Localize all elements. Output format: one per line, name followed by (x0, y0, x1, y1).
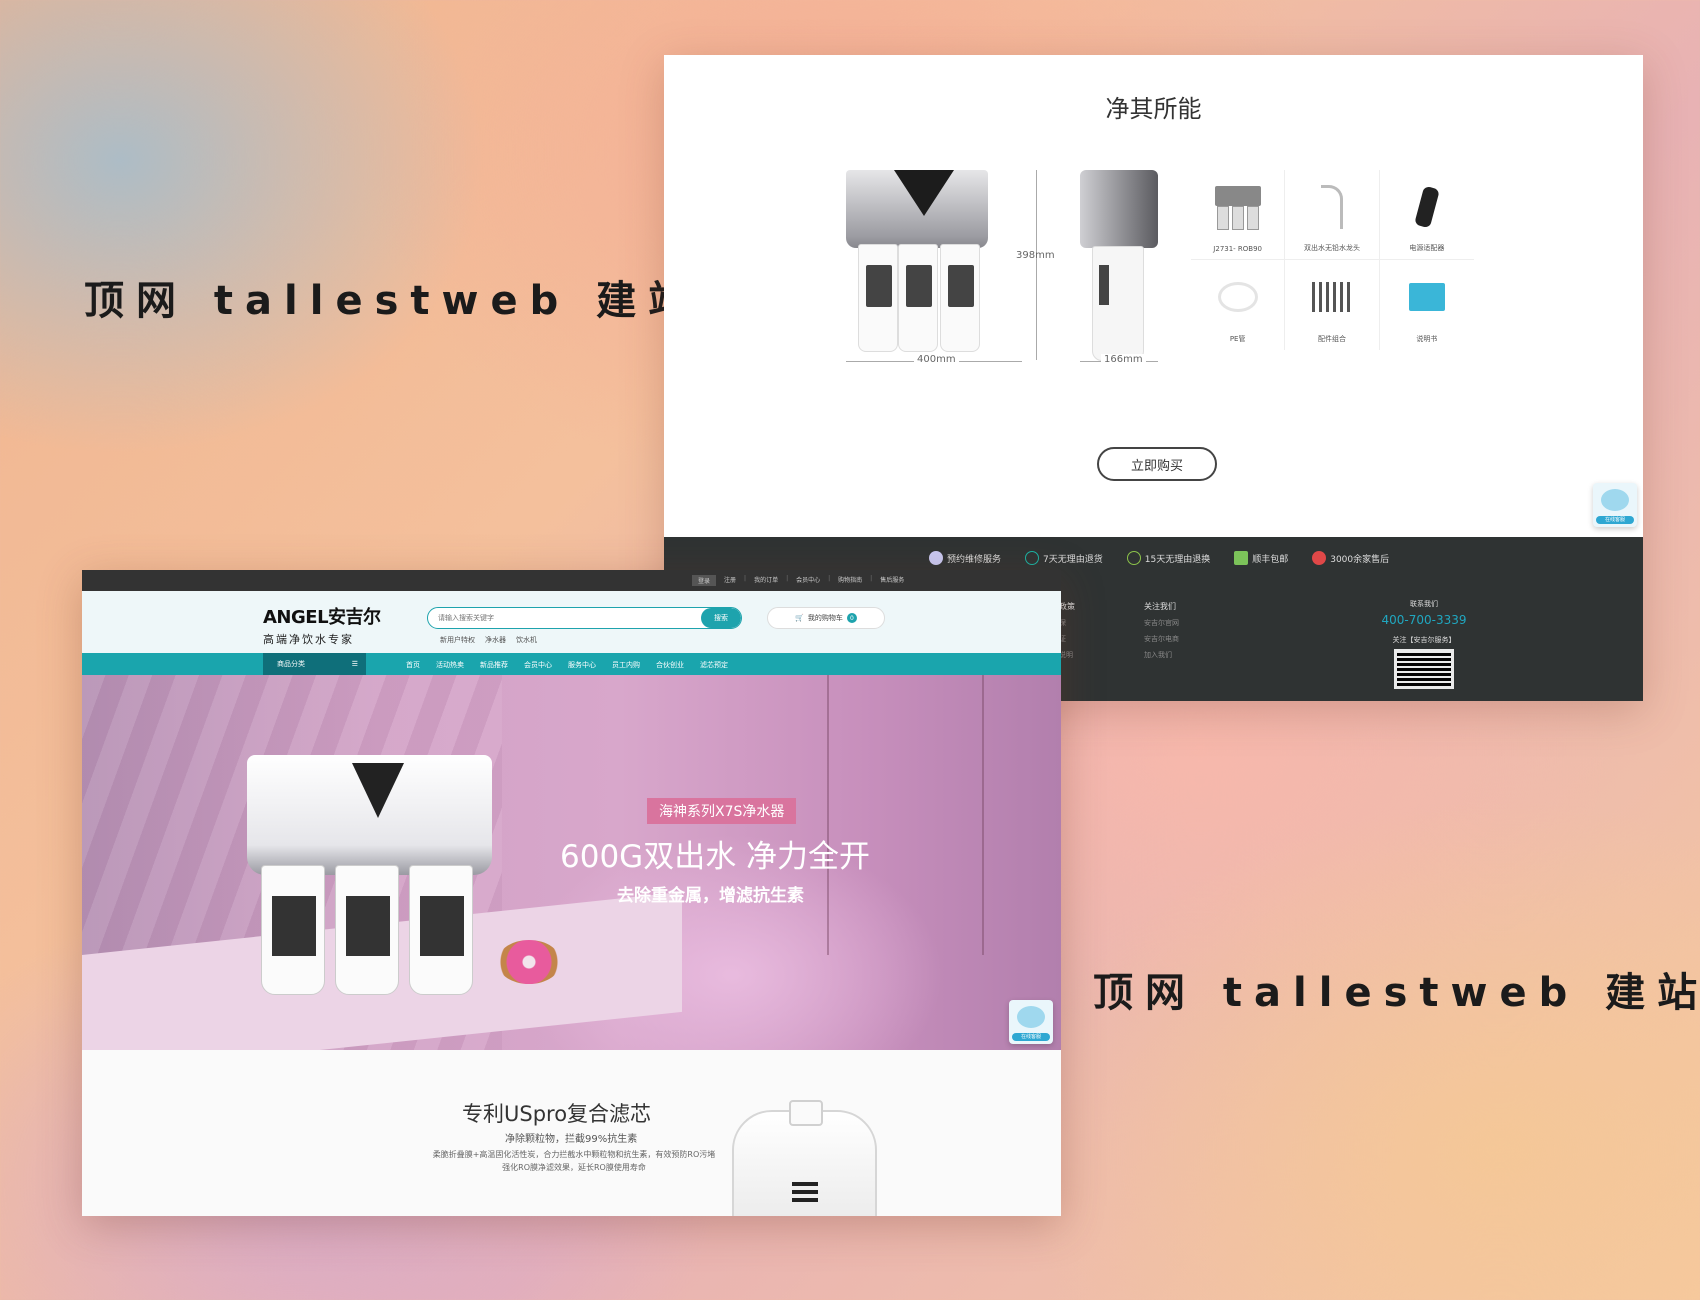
dimension-width: 400mm (914, 354, 959, 365)
cart-button[interactable]: 🛒 我的购物车 0 (767, 607, 885, 629)
nav-item-new[interactable]: 新品推荐 (480, 660, 508, 670)
parts-icon (1311, 282, 1352, 312)
purifier-thumb-icon (1214, 185, 1261, 230)
dimension-height: 398mm (1016, 250, 1055, 261)
feature-subtitle: 净除颗粒物，拦截99%抗生素 (505, 1134, 638, 1145)
tube-icon (1217, 282, 1258, 312)
feature-description: 柔脆折叠膜+高温固化活性炭，合力拦截水中颗粒物和抗生素，有效预防RO污堵强化RO… (432, 1150, 716, 1172)
footer-link[interactable]: 说明 (1059, 647, 1075, 663)
nav-item-member[interactable]: 会员中心 (524, 660, 552, 670)
nav-item-hot-sale[interactable]: 活动热卖 (436, 660, 464, 670)
qr-code-icon (1394, 649, 1454, 689)
banner-headline: 600G双出水 净力全开 (560, 839, 871, 875)
footer-column-policy: 政策 保 证 说明 (1059, 599, 1075, 663)
accessory-item: 双出水无铅水龙头 (1285, 170, 1380, 260)
search-button[interactable]: 搜索 (701, 608, 741, 628)
banner-subline: 去除重金属，增滤抗生素 (617, 886, 804, 906)
nav-item-partner[interactable]: 合伙创业 (656, 660, 684, 670)
member-center-link[interactable]: 会员中心 (796, 575, 820, 586)
accessory-item: PE管 (1191, 260, 1286, 350)
truck-icon (1234, 551, 1249, 565)
service-item: 顺丰包邮 (1234, 551, 1288, 565)
purifier-side-image (1080, 170, 1158, 365)
service-item: 预约维修服务 (929, 551, 1001, 565)
search-box: 搜索 (427, 607, 742, 629)
return-7-icon (1025, 551, 1040, 565)
hero-banner[interactable]: 海神系列X7S净水器 600G双出水 净力全开 去除重金属，增滤抗生素 在线客服 (82, 675, 1061, 1050)
purifier-front-image (846, 170, 988, 355)
faucet-icon (1320, 184, 1343, 229)
hot-search-words: 新用户特权 净水器 饮水机 (440, 635, 537, 645)
chat-mascot-icon (1601, 489, 1629, 511)
chat-mascot-icon (1017, 1006, 1045, 1028)
accessory-item: 配件组合 (1285, 260, 1380, 350)
site-header: ANGEL安吉尔 高端净饮水专家 搜索 新用户特权 净水器 饮水机 🛒 我的购物… (82, 591, 1061, 653)
repair-icon (929, 551, 943, 565)
search-input[interactable] (438, 611, 678, 625)
service-item: 3000余家售后 (1312, 551, 1389, 565)
main-nav: 商品分类 ☰ 首页 活动热卖 新品推荐 会员中心 服务中心 员工内购 合伙创业 … (82, 653, 1061, 675)
footer-column-follow: 关注我们 安吉尔官网 安吉尔电商 加入我们 (1144, 599, 1179, 663)
feature-title: 专利USpro复合滤芯 (462, 1102, 652, 1126)
tagline-left: 顶网 tallestweb 建站 (84, 278, 701, 324)
hot-word-link[interactable]: 净水器 (485, 635, 506, 645)
nav-item-home[interactable]: 首页 (406, 660, 420, 670)
brand-logo[interactable]: ANGEL安吉尔 高端净饮水专家 (263, 603, 393, 647)
customer-service-widget[interactable]: 在线客服 (1593, 483, 1637, 527)
hotline-number: 400-700-3339 (1381, 613, 1467, 627)
section-title: 净其所能 (1105, 95, 1202, 123)
power-adapter-icon (1413, 185, 1440, 228)
buy-now-button[interactable]: 立即购买 (1097, 447, 1217, 481)
after-sales-link[interactable]: 售后服务 (880, 575, 904, 586)
exchange-15-icon (1126, 551, 1141, 565)
accessory-item: J2731- ROB90 (1191, 170, 1286, 260)
accessory-item: 电源适配器 (1379, 170, 1474, 260)
banner-series-tag: 海神系列X7S净水器 (647, 798, 797, 824)
footer-contact: 联系我们 400-700-3339 关注【安吉尔服务】 (1364, 599, 1484, 689)
accessories-grid: J2731- ROB90 双出水无铅水龙头 电源适配器 PE管 配件组合 说明书 (1191, 170, 1474, 350)
cart-count-badge: 0 (846, 613, 857, 623)
nav-item-service[interactable]: 服务中心 (568, 660, 596, 670)
footer-link[interactable]: 保 (1059, 615, 1075, 631)
menu-icon: ☰ (351, 660, 358, 668)
purifier-product-image (247, 755, 497, 995)
homepage-window: 登录 注册 | 我的订单 | 会员中心 | 购物指南 | 售后服务 ANGEL安… (82, 570, 1061, 1216)
customer-service-widget[interactable]: 在线客服 (1009, 1000, 1053, 1044)
footer-link[interactable]: 安吉尔官网 (1144, 615, 1179, 631)
service-item: 15天无理由退换 (1126, 551, 1210, 565)
service-item: 7天无理由退货 (1025, 551, 1103, 565)
tagline-right: 顶网 tallestweb 建站 (1093, 970, 1700, 1016)
cart-icon: 🛒 (795, 614, 804, 622)
nav-item-filter-order[interactable]: 滤芯预定 (700, 660, 728, 670)
hot-word-link[interactable]: 新用户特权 (440, 635, 475, 645)
service-promises: 预约维修服务 7天无理由退货 15天无理由退换 顺丰包邮 3000余家售后 (929, 551, 1389, 565)
accessory-item: 说明书 (1380, 260, 1474, 350)
footer-link[interactable]: 证 (1059, 631, 1075, 647)
orders-link[interactable]: 我的订单 (754, 575, 778, 586)
donut-image (497, 940, 561, 984)
register-link[interactable]: 注册 (724, 575, 736, 586)
footer-link[interactable]: 加入我们 (1144, 647, 1179, 663)
feature-section: 专利USpro复合滤芯 净除颗粒物，拦截99%抗生素 柔脆折叠膜+高温固化活性炭… (82, 1050, 1061, 1216)
login-link[interactable]: 登录 (692, 575, 717, 586)
shopping-guide-link[interactable]: 购物指南 (838, 575, 862, 586)
top-utility-bar: 登录 注册 | 我的订单 | 会员中心 | 购物指南 | 售后服务 (82, 570, 1061, 591)
footer-link[interactable]: 安吉尔电商 (1144, 631, 1179, 647)
medal-icon (1312, 551, 1327, 565)
manual-icon (1408, 283, 1445, 311)
dimension-depth: 166mm (1101, 354, 1146, 365)
nav-item-staff[interactable]: 员工内购 (612, 660, 640, 670)
filter-cartridge-image (732, 1100, 877, 1216)
hot-word-link[interactable]: 饮水机 (516, 635, 537, 645)
category-menu-button[interactable]: 商品分类 ☰ (263, 653, 366, 675)
